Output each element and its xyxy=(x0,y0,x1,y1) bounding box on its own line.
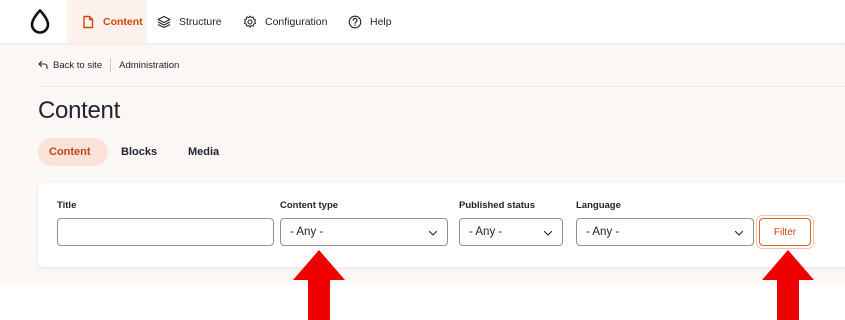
annotation-arrow-up xyxy=(293,250,345,320)
breadcrumb-separator xyxy=(110,58,112,72)
toolbar-item-structure[interactable]: Structure xyxy=(157,0,222,43)
published-status-value: - Any - xyxy=(469,226,503,238)
tab-blocks[interactable]: Blocks xyxy=(121,138,157,166)
tab-media[interactable]: Media xyxy=(188,138,219,166)
help-icon xyxy=(348,15,362,28)
tab-content[interactable]: Content xyxy=(38,138,108,166)
page-title: Content xyxy=(38,97,120,124)
drupal-logo-icon[interactable] xyxy=(28,9,52,35)
language-select[interactable]: - Any - xyxy=(576,218,754,246)
annotation-arrow-up xyxy=(762,250,814,320)
filter-button[interactable]: Filter xyxy=(756,215,814,249)
content-type-label: Content type xyxy=(280,200,339,211)
toolbar-item-content[interactable]: Content xyxy=(67,0,147,43)
title-input[interactable] xyxy=(57,218,274,246)
back-to-site-link[interactable]: Back to site xyxy=(53,60,102,71)
gear-icon xyxy=(244,15,256,28)
toolbar-item-label: Structure xyxy=(179,15,222,28)
chevron-down-icon xyxy=(734,230,744,236)
chevron-down-icon xyxy=(543,230,553,236)
toolbar-item-label: Help xyxy=(370,15,392,28)
toolbar-item-configuration[interactable]: Configuration xyxy=(243,0,327,43)
breadcrumb-divider xyxy=(38,86,845,87)
published-status-select[interactable]: - Any - xyxy=(459,218,563,246)
file-icon xyxy=(83,15,94,28)
chevron-down-icon xyxy=(428,230,438,236)
breadcrumb-current[interactable]: Administration xyxy=(119,60,179,71)
toolbar-item-label: Content xyxy=(103,15,143,28)
layers-icon xyxy=(157,15,171,28)
admin-toolbar: Content Structure Configuration Help xyxy=(0,0,845,43)
language-label: Language xyxy=(576,200,621,211)
content-type-value: - Any - xyxy=(290,226,324,238)
breadcrumb: Back to site Administration xyxy=(38,58,179,72)
published-status-label: Published status xyxy=(459,200,536,211)
toolbar-item-help[interactable]: Help xyxy=(348,0,392,43)
page-content: Back to site Administration Content Cont… xyxy=(0,43,845,283)
back-arrow-icon xyxy=(38,60,48,70)
filter-card: Title Content type - Any - Published sta… xyxy=(38,183,845,267)
content-type-select[interactable]: - Any - xyxy=(280,218,448,246)
title-label: Title xyxy=(57,200,77,211)
toolbar-item-label: Configuration xyxy=(265,15,328,28)
language-value: - Any - xyxy=(586,226,620,238)
